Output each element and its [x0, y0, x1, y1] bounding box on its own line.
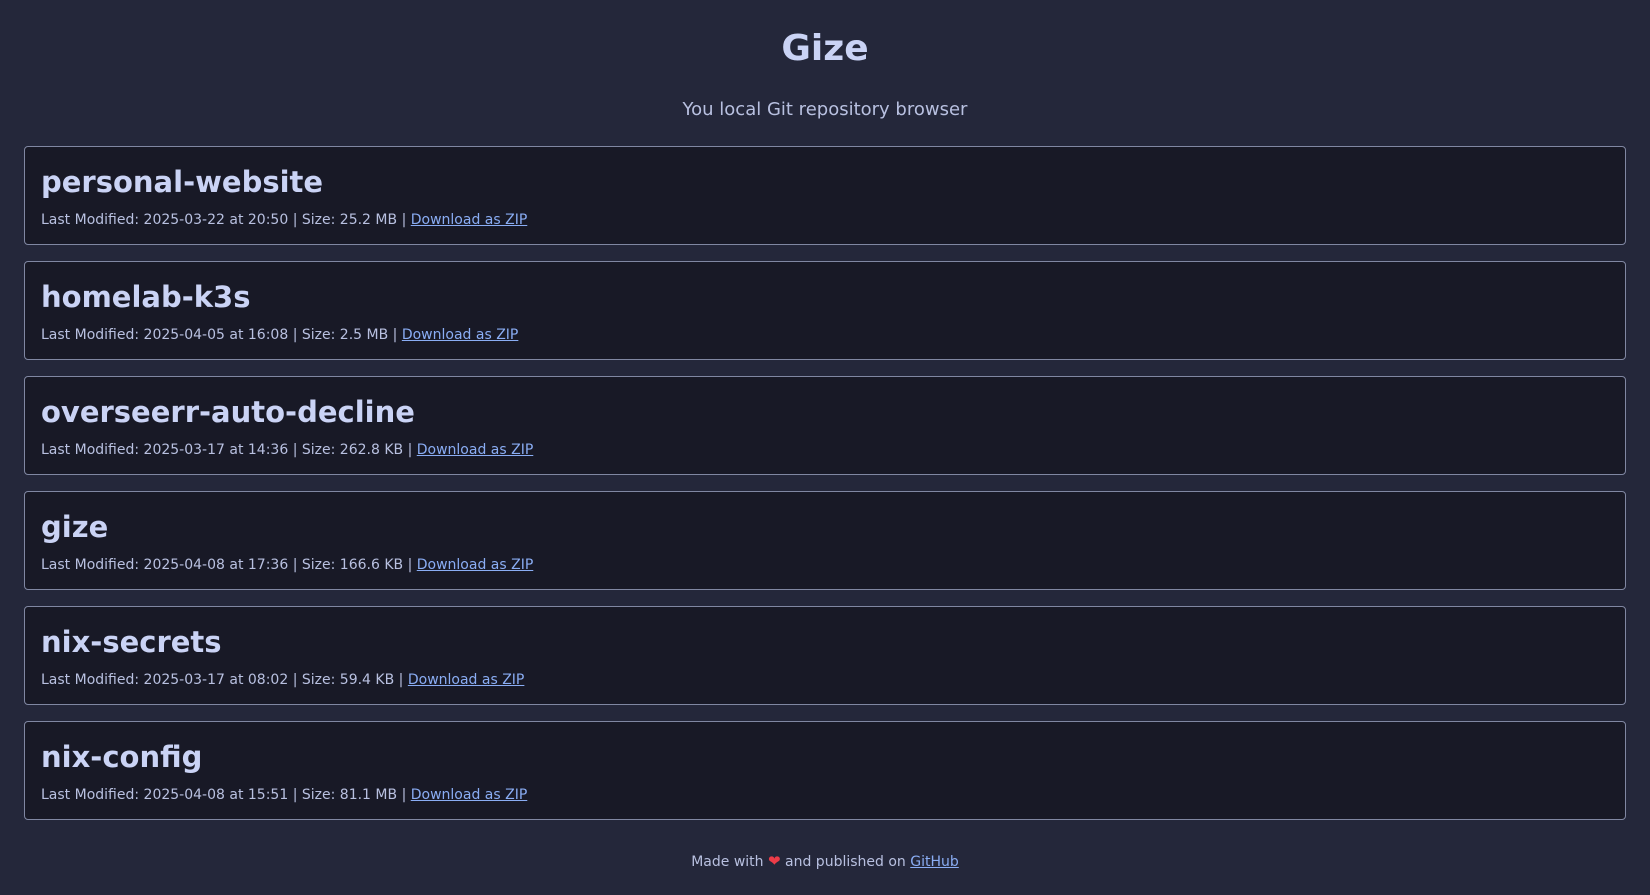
repo-name[interactable]: nix-config	[41, 737, 1609, 777]
repo-name[interactable]: homelab-k3s	[41, 277, 1609, 317]
repo-meta: Last Modified: 2025-04-08 at 17:36 | Siz…	[41, 555, 1609, 575]
download-zip-link[interactable]: Download as ZIP	[417, 557, 534, 573]
page-subtitle: You local Git repository browser	[682, 99, 968, 120]
at-label: at	[229, 212, 244, 228]
download-zip-link[interactable]: Download as ZIP	[411, 787, 528, 803]
size-label: Size:	[301, 327, 336, 343]
repo-size: 25.2 MB	[339, 212, 398, 228]
separator: |	[398, 672, 404, 688]
repo-time: 08:02	[247, 672, 289, 688]
repo-time: 15:51	[247, 787, 289, 803]
repo-meta: Last Modified: 2025-03-17 at 08:02 | Siz…	[41, 670, 1609, 690]
footer: Made with ❤ and published on GitHub	[0, 851, 1650, 872]
repo-meta: Last Modified: 2025-03-22 at 20:50 | Siz…	[41, 210, 1609, 230]
download-zip-link[interactable]: Download as ZIP	[417, 442, 534, 458]
repo-name[interactable]: personal-website	[41, 162, 1609, 202]
separator: |	[407, 442, 413, 458]
repo-card[interactable]: overseerr-auto-decline Last Modified: 20…	[24, 376, 1626, 475]
last-modified-label: Last Modified:	[41, 327, 140, 343]
size-label: Size:	[301, 212, 336, 228]
repo-size: 262.8 KB	[339, 442, 404, 458]
repo-date: 2025-03-17	[143, 442, 225, 458]
repo-time: 14:36	[247, 442, 289, 458]
separator: |	[292, 212, 298, 228]
size-label: Size:	[301, 672, 336, 688]
separator: |	[292, 672, 298, 688]
separator: |	[292, 557, 298, 573]
repo-meta: Last Modified: 2025-04-08 at 15:51 | Siz…	[41, 785, 1609, 805]
size-label: Size:	[301, 557, 336, 573]
last-modified-label: Last Modified:	[41, 787, 140, 803]
at-label: at	[229, 672, 244, 688]
repo-time: 16:08	[247, 327, 289, 343]
repo-time: 20:50	[247, 212, 289, 228]
last-modified-label: Last Modified:	[41, 557, 140, 573]
repo-name[interactable]: overseerr-auto-decline	[41, 392, 1609, 432]
separator: |	[401, 787, 407, 803]
repo-card[interactable]: nix-config Last Modified: 2025-04-08 at …	[24, 721, 1626, 820]
github-link[interactable]: GitHub	[910, 854, 959, 870]
repo-name[interactable]: gize	[41, 507, 1609, 547]
download-zip-link[interactable]: Download as ZIP	[402, 327, 519, 343]
separator: |	[292, 442, 298, 458]
repo-card[interactable]: personal-website Last Modified: 2025-03-…	[24, 146, 1626, 245]
download-zip-link[interactable]: Download as ZIP	[411, 212, 528, 228]
repo-date: 2025-04-05	[143, 327, 225, 343]
repo-card[interactable]: nix-secrets Last Modified: 2025-03-17 at…	[24, 606, 1626, 705]
heart-icon: ❤	[767, 852, 781, 870]
repo-card[interactable]: gize Last Modified: 2025-04-08 at 17:36 …	[24, 491, 1626, 590]
download-zip-link[interactable]: Download as ZIP	[408, 672, 525, 688]
at-label: at	[229, 557, 244, 573]
repo-meta: Last Modified: 2025-03-17 at 14:36 | Siz…	[41, 440, 1609, 460]
repo-list: personal-website Last Modified: 2025-03-…	[24, 146, 1626, 836]
repo-size: 59.4 KB	[339, 672, 395, 688]
separator: |	[401, 212, 407, 228]
repo-size: 2.5 MB	[339, 327, 389, 343]
repo-date: 2025-03-17	[143, 672, 225, 688]
separator: |	[392, 327, 398, 343]
repo-size: 166.6 KB	[339, 557, 404, 573]
last-modified-label: Last Modified:	[41, 672, 140, 688]
separator: |	[292, 787, 298, 803]
repo-meta: Last Modified: 2025-04-05 at 16:08 | Siz…	[41, 325, 1609, 345]
separator: |	[292, 327, 298, 343]
footer-middle: and published on	[785, 854, 906, 870]
size-label: Size:	[301, 787, 336, 803]
last-modified-label: Last Modified:	[41, 442, 140, 458]
at-label: at	[229, 442, 244, 458]
size-label: Size:	[301, 442, 336, 458]
repo-size: 81.1 MB	[339, 787, 398, 803]
last-modified-label: Last Modified:	[41, 212, 140, 228]
repo-card[interactable]: homelab-k3s Last Modified: 2025-04-05 at…	[24, 261, 1626, 360]
repo-name[interactable]: nix-secrets	[41, 622, 1609, 662]
repo-date: 2025-04-08	[143, 557, 225, 573]
separator: |	[407, 557, 413, 573]
footer-prefix: Made with	[691, 854, 764, 870]
repo-date: 2025-04-08	[143, 787, 225, 803]
at-label: at	[229, 787, 244, 803]
at-label: at	[229, 327, 244, 343]
page-title: Gize	[781, 28, 869, 69]
repo-time: 17:36	[247, 557, 289, 573]
repo-date: 2025-03-22	[143, 212, 225, 228]
